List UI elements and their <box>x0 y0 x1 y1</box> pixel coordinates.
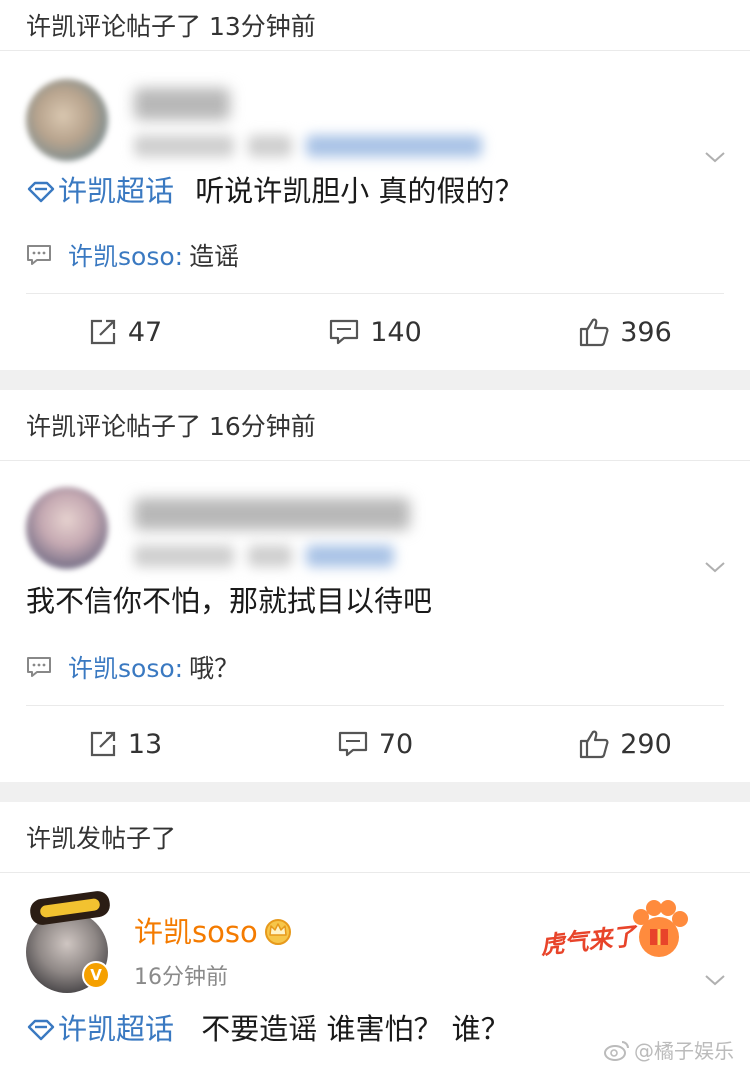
username-blurred[interactable] <box>134 88 230 120</box>
like-button[interactable]: 396 <box>500 316 750 348</box>
thumbs-up-icon <box>580 730 609 759</box>
post-author-row <box>0 51 750 169</box>
username[interactable]: 许凯soso <box>134 909 258 951</box>
comment-button[interactable]: 140 <box>250 317 500 348</box>
diamond-icon <box>27 1019 55 1041</box>
avatar-sticker <box>28 889 112 927</box>
comment-icon <box>338 731 367 757</box>
post-meta-blurred <box>134 545 394 567</box>
thumbs-up-icon <box>580 318 609 347</box>
supertopic-link[interactable]: 许凯超话 <box>26 174 183 208</box>
reply-text: 造谣 <box>189 242 240 271</box>
watermark: @橘子娱乐 <box>604 1035 734 1064</box>
repost-count: 13 <box>127 728 163 760</box>
feed-section-1: 许凯评论帖子了 13分钟前 许凯超话 听说许凯胆小 真的假的？ 许凯soso: … <box>0 0 750 370</box>
reply-username[interactable]: 许凯soso: <box>68 237 183 273</box>
comment-button[interactable]: 70 <box>250 729 500 760</box>
like-count: 290 <box>620 728 672 760</box>
avatar[interactable] <box>26 79 108 161</box>
supertopic-label: 许凯超话 <box>58 1012 175 1046</box>
reply-username[interactable]: 许凯soso: <box>68 649 183 685</box>
post-author-row: V 许凯soso 16分钟前 虎气来了 <box>0 873 750 1001</box>
feed-section-3: 许凯发帖子了 V 许凯soso 16分钟前 虎气来了 许凯超话 不要造谣 谁害怕… <box>0 802 750 1051</box>
post-meta-blurred <box>134 135 482 157</box>
activity-header: 许凯发帖子了 <box>0 802 750 873</box>
comment-icon <box>27 657 51 677</box>
post-body: 不要造谣 谁害怕？ 谁？ <box>201 1012 510 1046</box>
tiger-sticker: 虎气来了 <box>539 897 690 977</box>
repost-count: 47 <box>127 316 163 348</box>
feed-section-2: 许凯评论帖子了 16分钟前 我不信你不怕，那就拭目以待吧 许凯soso: 哦？ <box>0 390 750 782</box>
post-card[interactable]: 许凯超话 听说许凯胆小 真的假的？ 许凯soso: 造谣 47 140 396 <box>0 51 750 370</box>
paw-gift-icon <box>633 900 688 957</box>
username-blurred[interactable] <box>134 498 410 530</box>
like-button[interactable]: 290 <box>500 728 750 760</box>
username-row: 许凯soso <box>134 909 294 951</box>
diamond-icon <box>27 181 55 203</box>
sticker-text: 虎气来了 <box>539 922 638 960</box>
comment-count: 140 <box>370 316 422 348</box>
weibo-logo-icon <box>604 1040 629 1061</box>
comment-count: 70 <box>378 728 414 760</box>
comment-icon <box>27 245 51 265</box>
verified-badge: V <box>82 961 110 989</box>
activity-header: 许凯评论帖子了 16分钟前 <box>0 390 750 461</box>
post-actions: 13 70 290 <box>0 706 750 782</box>
avatar[interactable] <box>26 487 108 569</box>
crown-icon <box>264 919 291 945</box>
post-author-row <box>0 461 750 579</box>
repost-icon <box>90 319 115 345</box>
post-time: 16分钟前 <box>134 965 228 990</box>
reply-text: 哦？ <box>189 654 240 683</box>
supertopic-label: 许凯超话 <box>58 174 175 208</box>
author-reply[interactable]: 许凯soso: 哦？ <box>0 637 750 697</box>
post-card[interactable]: 我不信你不怕，那就拭目以待吧 许凯soso: 哦？ 13 70 290 <box>0 461 750 782</box>
supertopic-link[interactable]: 许凯超话 <box>26 1012 183 1046</box>
post-body: 听说许凯胆小 真的假的？ <box>195 174 524 208</box>
comment-icon <box>330 319 359 345</box>
repost-button[interactable]: 13 <box>0 729 250 760</box>
author-reply[interactable]: 许凯soso: 造谣 <box>0 225 750 285</box>
section-gap <box>0 370 750 390</box>
watermark-text: @橘子娱乐 <box>634 1039 734 1063</box>
post-body: 我不信你不怕，那就拭目以待吧 <box>26 584 433 618</box>
chevron-down-icon[interactable] <box>704 146 726 168</box>
chevron-down-icon[interactable] <box>704 556 726 578</box>
activity-header: 许凯评论帖子了 13分钟前 <box>0 0 750 51</box>
post-text: 我不信你不怕，那就拭目以待吧 <box>0 579 750 623</box>
post-card[interactable]: V 许凯soso 16分钟前 虎气来了 许凯超话 不要造谣 谁害怕？ 谁？ <box>0 873 750 1051</box>
chevron-down-icon[interactable] <box>704 969 726 991</box>
repost-button[interactable]: 47 <box>0 317 250 348</box>
like-count: 396 <box>620 316 672 348</box>
post-text: 许凯超话 听说许凯胆小 真的假的？ <box>0 169 750 213</box>
repost-icon <box>90 731 115 757</box>
post-actions: 47 140 396 <box>0 294 750 370</box>
section-gap <box>0 782 750 802</box>
